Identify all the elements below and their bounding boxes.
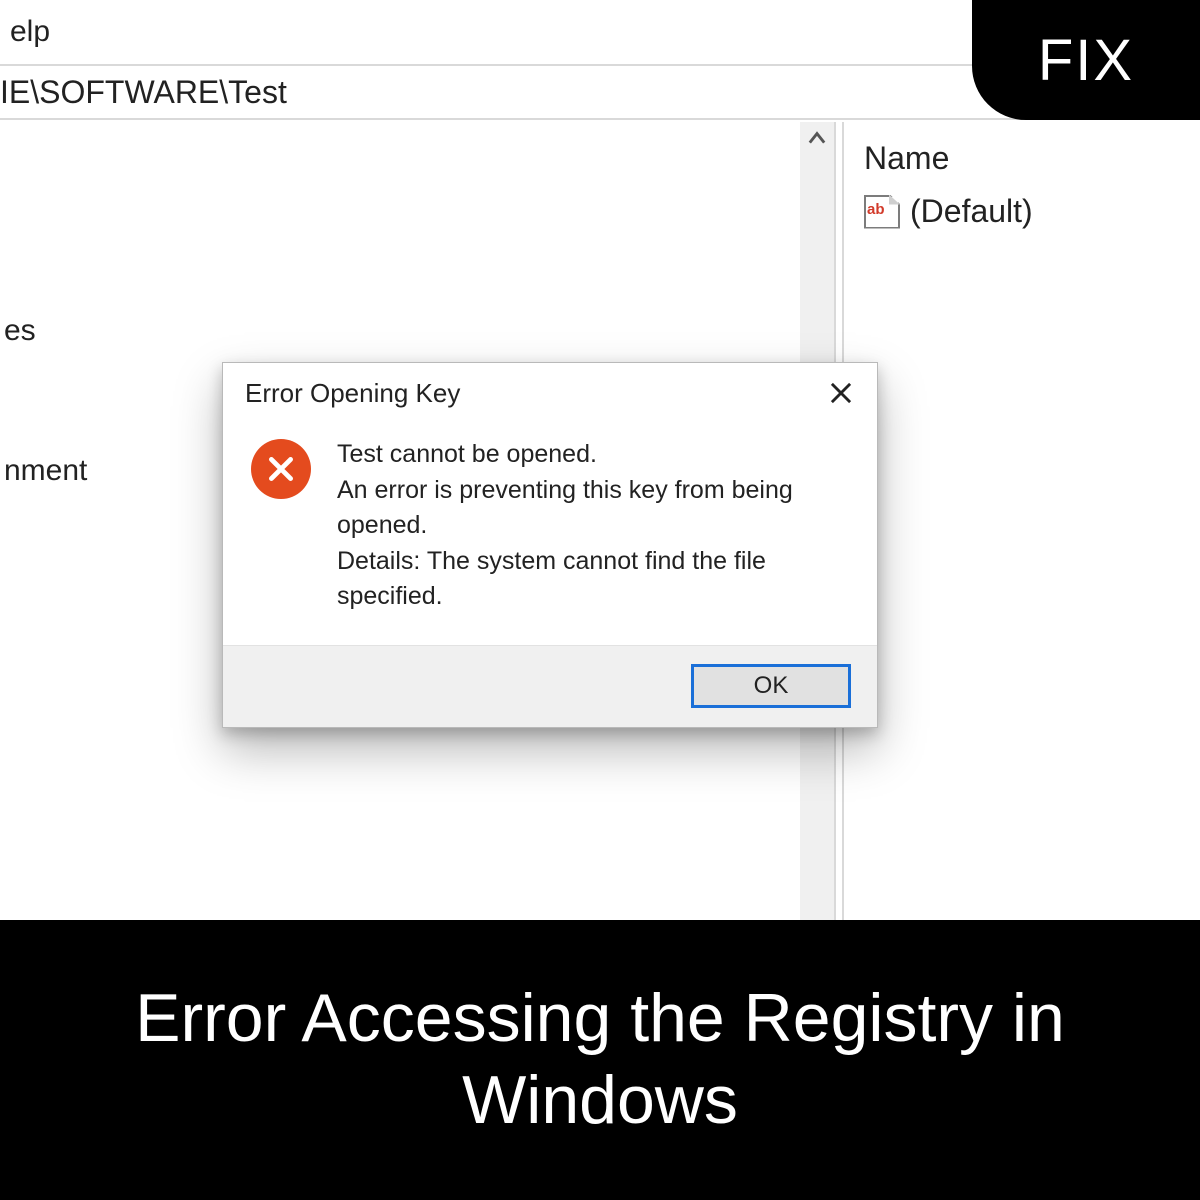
dialog-line-3: Details: The system cannot find the file… — [337, 544, 849, 615]
caption-text: Error Accessing the Registry in Windows — [60, 978, 1140, 1141]
chevron-up-icon — [808, 130, 826, 148]
fix-badge-label: FIX — [1038, 27, 1134, 94]
dialog-line-2: An error is preventing this key from bei… — [337, 473, 849, 544]
dialog-close-button[interactable] — [819, 371, 863, 415]
value-row-default[interactable]: ab (Default) — [864, 193, 1180, 230]
value-name: (Default) — [910, 193, 1033, 230]
fix-badge: FIX — [972, 0, 1200, 120]
dialog-body: Test cannot be opened. An error is preve… — [223, 423, 877, 645]
dialog-action-bar: OK — [223, 645, 877, 727]
column-header-name[interactable]: Name — [864, 140, 1180, 177]
error-icon — [251, 439, 311, 499]
reg-string-icon: ab — [864, 195, 900, 229]
dialog-titlebar[interactable]: Error Opening Key — [223, 363, 877, 423]
dialog-message: Test cannot be opened. An error is preve… — [337, 437, 849, 615]
address-path: IE\SOFTWARE\Test — [0, 74, 287, 111]
close-icon — [828, 380, 854, 406]
scroll-up-button[interactable] — [800, 122, 834, 156]
caption-bar: Error Accessing the Registry in Windows — [0, 920, 1200, 1200]
tree-item[interactable]: es — [0, 312, 40, 350]
ok-button[interactable]: OK — [691, 664, 851, 708]
dialog-title-text: Error Opening Key — [245, 378, 460, 409]
error-dialog: Error Opening Key Test cannot be opened.… — [222, 362, 878, 728]
values-pane[interactable]: Name ab (Default) — [844, 122, 1200, 920]
dialog-line-1: Test cannot be opened. — [337, 437, 849, 473]
menu-help[interactable]: elp — [0, 11, 60, 53]
tree-item[interactable]: nment — [0, 452, 91, 490]
